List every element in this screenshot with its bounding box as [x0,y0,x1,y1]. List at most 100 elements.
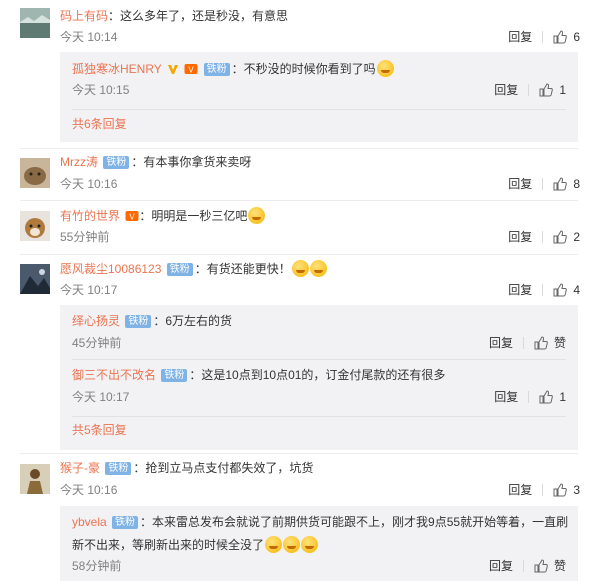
username[interactable]: 御三不出不改名 [72,368,156,382]
comment-body: 有本事你拿货来卖呀 [143,155,252,169]
avatar[interactable] [20,211,50,241]
reply-box: 孤独寒冰HENRY V 铁粉 ：不秒没的时候你看到了吗 今天 10:15 回复 1… [60,52,578,142]
fan-badge: 铁粉 [125,315,152,328]
timestamp: 今天 10:17 [60,283,118,297]
comment-actions: 回复 4 [508,282,580,298]
avatar[interactable] [20,158,50,188]
reply-button[interactable]: 回复 [508,482,532,498]
username[interactable]: 有竹的世界 [60,209,120,223]
divider [20,254,578,255]
divider [528,84,530,96]
username[interactable]: Mrzz涛 [60,155,98,169]
like-button[interactable]: 6 [553,29,580,45]
reply-body: 不秒没的时候你看到了吗 [243,62,376,76]
like-button[interactable]: 4 [553,282,580,298]
comment-actions: 回复 6 [508,29,580,45]
fan-badge: 铁粉 [166,263,193,276]
reply-button[interactable]: 回复 [489,558,513,574]
like-count: 3 [573,483,580,497]
timestamp: 今天 10:16 [60,177,118,191]
divider [542,178,544,190]
divider [542,284,544,296]
reply-button[interactable]: 回复 [508,29,532,45]
reply-button[interactable]: 回复 [489,335,513,351]
timestamp: 今天 10:16 [60,483,118,497]
like-button[interactable]: 赞 [534,558,566,574]
comment-actions: 回复 3 [508,482,580,498]
reply-box: 绎心扬灵 铁粉 ：6万左右的货 45分钟前 回复 赞 御三不出不改名 铁粉 ：这是1… [60,305,578,450]
username[interactable]: 码上有码 [60,9,108,23]
fan-badge: 铁粉 [161,369,188,382]
divider [528,391,530,403]
fan-badge: 铁粉 [203,63,230,76]
reply-body: 新不出来，等刷新出来的时候全没了 [72,538,265,552]
like-count: 2 [573,230,580,244]
timestamp: 58分钟前 [72,559,122,573]
comment-actions: 回复 2 [508,229,580,245]
more-replies-link[interactable]: 共6条回复 [72,116,127,132]
divider [72,109,566,110]
emoji-icon [291,260,309,277]
fan-badge: 铁粉 [112,516,139,529]
reply-button[interactable]: 回复 [508,282,532,298]
emoji-icon [301,536,319,553]
emoji-icon [309,260,327,277]
like-button[interactable]: 赞 [534,335,566,351]
divider [20,148,578,149]
avatar[interactable] [20,264,50,294]
reply-button[interactable]: 回复 [494,389,518,405]
like-count: 赞 [553,336,566,350]
reply-actions: 回复 1 [494,389,566,405]
reply-button[interactable]: 回复 [508,229,532,245]
thumbs-up-icon [553,177,568,191]
username[interactable]: 愿风裁尘10086123 [60,262,161,276]
username[interactable]: 孤独寒冰HENRY [72,62,162,76]
reply-item: 御三不出不改名 铁粉 ：这是10点到10点01的，订金付尾款的还有很多 今天 10… [72,359,578,409]
like-count: 赞 [553,559,566,573]
thumbs-up-icon [539,83,554,97]
like-count: 6 [573,30,580,44]
emoji-icon [265,536,283,553]
comment-text: 猴子-豪 铁粉 ：抢到立马点支付都失效了，坑货 [60,461,314,475]
avatar[interactable] [20,464,50,494]
reply-text: 御三不出不改名 铁粉 ：这是10点到10点01的，订金付尾款的还有很多 [72,368,446,382]
timestamp: 55分钟前 [60,230,110,244]
like-count: 4 [573,283,580,297]
like-button[interactable]: 8 [553,176,580,192]
vip-v-icon [167,65,178,74]
like-button[interactable]: 2 [553,229,580,245]
like-count: 1 [559,83,566,97]
more-replies-link[interactable]: 共5条回复 [72,422,127,438]
reply-body: 6万左右的货 [165,314,233,328]
like-button[interactable]: 1 [539,389,566,405]
thumbs-up-icon [553,283,568,297]
timestamp: 今天 10:14 [60,30,118,44]
reply-button[interactable]: 回复 [494,82,518,98]
reply-body: 本来雷总发布会就说了前期供货可能跟不上，刚才我9点55就开始等着，一直刷 [152,515,569,529]
like-button[interactable]: 1 [539,82,566,98]
reply-item: 孤独寒冰HENRY V 铁粉 ：不秒没的时候你看到了吗 今天 10:15 回复 1 [72,52,578,102]
username[interactable]: 猴子-豪 [60,461,100,475]
divider [522,337,524,349]
comment-body: 有货还能更快！ [206,262,291,276]
like-button[interactable]: 3 [553,482,580,498]
divider [522,560,524,572]
emoji-icon [376,60,394,77]
username[interactable]: ybvela [72,515,107,529]
username[interactable]: 绎心扬灵 [72,314,120,328]
reply-text: 绎心扬灵 铁粉 ：6万左右的货 [72,314,233,328]
divider [72,416,566,417]
comment-body: 明明是一秒三亿吧 [151,209,248,223]
reply-body: 这是10点到10点01的，订金付尾款的还有很多 [201,368,446,382]
emoji-icon [248,207,266,224]
avatar[interactable] [20,8,50,38]
reply-button[interactable]: 回复 [508,176,532,192]
reply-item: 绎心扬灵 铁粉 ：6万左右的货 45分钟前 回复 赞 [72,305,578,355]
thumbs-up-icon [553,483,568,497]
divider [542,231,544,243]
thumbs-up-icon [553,230,568,244]
comment-body: 这么多年了，还是秒没，有意思 [120,9,289,23]
comment-text: Mrzz涛 铁粉 ：有本事你拿货来卖呀 [60,155,252,169]
reply-actions: 回复 赞 [489,558,566,574]
emoji-icon [283,536,301,553]
